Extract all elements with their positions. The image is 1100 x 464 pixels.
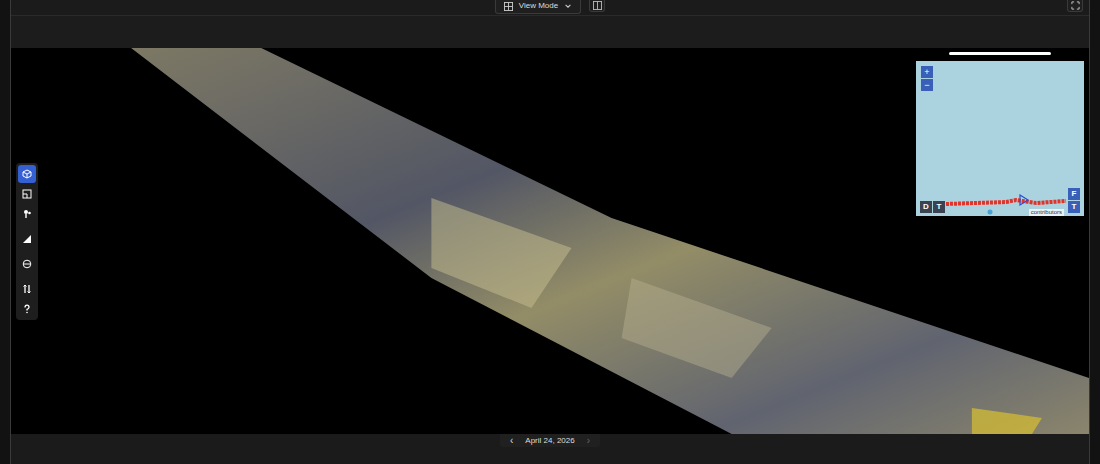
fullscreen-button[interactable] xyxy=(1067,0,1083,12)
tool-button[interactable] xyxy=(18,165,36,183)
minimap[interactable]: +−DTFTcontributors xyxy=(916,61,1084,216)
map-view-buttons: FT xyxy=(1068,188,1080,213)
grid-icon xyxy=(504,2,513,11)
zoom-in-button[interactable]: + xyxy=(921,66,933,78)
3d-viewport[interactable]: +−DTFTcontributors xyxy=(11,48,1089,434)
view-mode-label: View Mode xyxy=(519,1,558,11)
map-view-button[interactable]: F xyxy=(1068,188,1080,200)
map-mode-button[interactable]: D xyxy=(920,201,932,213)
minimap-panel: +−DTFTcontributors xyxy=(916,52,1084,216)
current-date: April 24, 2026 xyxy=(525,435,574,447)
cube-icon xyxy=(22,169,32,179)
chevron-down-icon xyxy=(564,2,572,10)
date-navigator: ‹ April 24, 2026 › xyxy=(500,434,600,447)
tool-button[interactable] xyxy=(18,230,36,248)
split-view-button[interactable] xyxy=(589,0,605,12)
previous-date-button[interactable]: ‹ xyxy=(508,435,515,447)
tool-button[interactable] xyxy=(18,255,36,273)
tool-button[interactable] xyxy=(18,300,36,318)
loading-fill xyxy=(949,52,1051,55)
split-view-icon xyxy=(593,1,602,10)
pin-icon xyxy=(22,209,32,219)
viewer-frame: View Mode+−DTFTcontributors‹April 24, 20… xyxy=(10,0,1090,464)
tool-button[interactable] xyxy=(18,280,36,298)
help-icon xyxy=(22,304,32,314)
map-view-button[interactable]: T xyxy=(1068,201,1080,213)
loading-bar xyxy=(949,52,1051,55)
floor-plan-icon xyxy=(22,189,32,199)
tool-bar xyxy=(16,163,38,320)
compare-icon xyxy=(22,284,32,294)
measure-icon xyxy=(22,234,32,244)
top-bar: View Mode xyxy=(11,0,1089,16)
tool-button[interactable] xyxy=(18,185,36,203)
map-track xyxy=(916,61,1084,216)
next-date-button: › xyxy=(585,435,592,447)
map-attribution[interactable]: contributors xyxy=(1029,209,1064,216)
tool-button[interactable] xyxy=(18,205,36,223)
sub-bar xyxy=(11,16,1089,48)
zoom-controls: +− xyxy=(921,66,933,91)
section-icon xyxy=(22,259,32,269)
timeline-bar: ‹ April 24, 2026 › xyxy=(11,434,1089,464)
map-mode-buttons: DT xyxy=(920,201,945,213)
view-mode-dropdown[interactable]: View Mode xyxy=(495,0,581,14)
viewer-app: View Mode+−DTFTcontributors‹April 24, 20… xyxy=(0,0,1100,464)
map-mode-button[interactable]: T xyxy=(933,201,945,213)
fullscreen-icon xyxy=(1071,1,1080,10)
zoom-out-button[interactable]: − xyxy=(921,79,933,91)
